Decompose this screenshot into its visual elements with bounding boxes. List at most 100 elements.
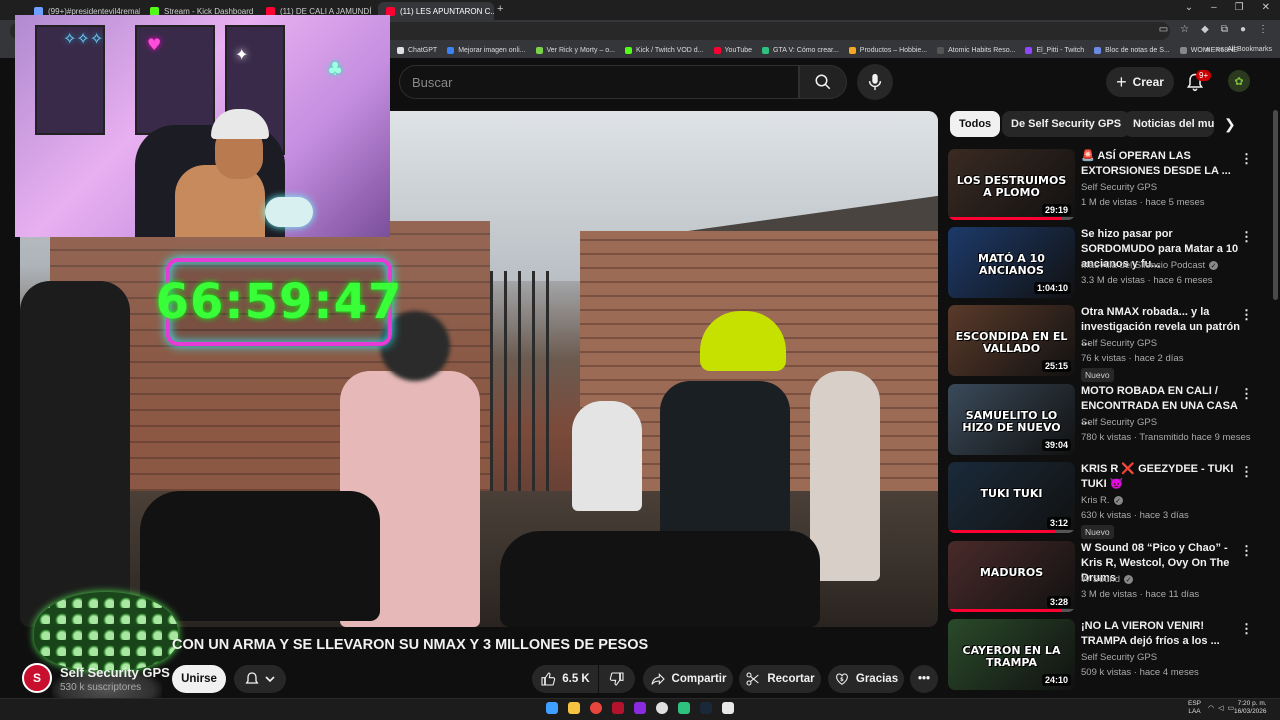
profile-icon[interactable]: ●	[1240, 24, 1246, 35]
recommended-video[interactable]: SAMUELITO LO HIZO DE NUEVO 39:04 MOTO ROBA…	[948, 384, 1258, 456]
bookmark-label: Productos – Hobbie...	[859, 46, 928, 54]
video-thumbnail[interactable]: SAMUELITO LO HIZO DE NUEVO 39:04	[948, 384, 1075, 455]
search-input[interactable]	[412, 74, 798, 90]
bookmarks-overflow-button[interactable]: »	[1205, 44, 1210, 54]
chevron-right-icon[interactable]: ❯	[1224, 116, 1236, 133]
neon-sign-icon: ✧✧✧	[63, 29, 104, 48]
new-badge: Nuevo	[1081, 368, 1114, 382]
steam-icon[interactable]	[700, 702, 712, 714]
video-thumbnail[interactable]: ESCONDIDA EN EL VALLADO 25:15	[948, 305, 1075, 376]
watch-progress-bar	[948, 217, 1063, 220]
keyboard-language[interactable]: ESP LAA	[1188, 700, 1201, 716]
recommended-channel[interactable]: Self Security GPS	[1081, 338, 1157, 349]
recommended-video[interactable]: MADUROS 3:28 W Sound 08 “Pico y Chao” - Kr…	[948, 541, 1258, 613]
browser-tab-active[interactable]: (11) LES APUNTARON C... ✕	[378, 2, 494, 20]
bookmark-icon	[1179, 46, 1187, 54]
channel-avatar[interactable]: S	[22, 663, 52, 693]
recommended-channel[interactable]: Self Security GPS	[1081, 182, 1157, 193]
bookmark-item[interactable]: Mejorar imagen onli...	[442, 46, 530, 54]
more-vertical-icon[interactable]: ⋮	[1240, 386, 1253, 402]
channel-name[interactable]: Self Security GPS	[60, 665, 170, 680]
recommended-video[interactable]: MATÓ A 10 ANCIANOS 1:04:10 Se hizo pasar p…	[948, 227, 1258, 299]
minimize-button[interactable]: –	[1211, 2, 1217, 13]
scissors-icon	[746, 672, 760, 686]
volume-icon[interactable]: ◁	[1218, 704, 1223, 712]
recommended-video-title[interactable]: ¡NO LA VIERON VENIR! TRAMPA dejó fríos a…	[1081, 619, 1241, 649]
bookmark-item[interactable]: Kick / Twitch VOD d...	[620, 46, 709, 54]
bookmark-item[interactable]: Bloc de notas de S...	[1089, 46, 1175, 54]
more-vertical-icon[interactable]: ⋮	[1240, 229, 1253, 245]
cast-icon[interactable]: ▭	[1159, 24, 1168, 35]
recommended-channel[interactable]: W Sound ✓	[1081, 574, 1134, 585]
recommended-channel[interactable]: Self Security GPS	[1081, 652, 1157, 663]
create-button[interactable]: + Crear	[1106, 67, 1174, 97]
close-window-button[interactable]: ✕	[1262, 2, 1270, 13]
bookmark-item[interactable]: El_Pitti - Twitch	[1020, 46, 1089, 54]
more-actions-button[interactable]: •••	[910, 665, 938, 693]
recommended-channel[interactable]: Más Allá del Silencio Podcast ✓	[1081, 260, 1219, 271]
recommended-video[interactable]: LOS DESTRUIMOS A PLOMO 29:19 🚨 ASÍ OPERAN …	[948, 149, 1258, 221]
video-thumbnail[interactable]: MADUROS 3:28	[948, 541, 1075, 612]
bookmark-item[interactable]: Atomic Habits Reso...	[932, 46, 1020, 54]
bookmark-icon	[713, 46, 721, 54]
bookmark-item[interactable]: GTA V: Cómo crear...	[757, 46, 844, 54]
chip-from-channel[interactable]: De Self Security GPS	[1002, 111, 1131, 137]
extensions-puzzle-icon[interactable]: ⧉	[1221, 24, 1228, 35]
new-tab-button[interactable]: +	[497, 3, 503, 15]
bookmark-icon	[397, 46, 404, 54]
voice-search-button[interactable]	[857, 64, 893, 100]
maximize-button[interactable]: ❐	[1235, 2, 1244, 13]
windows-start-icon[interactable]	[546, 702, 558, 714]
bookmark-item[interactable]: YouTube	[709, 46, 758, 54]
bookmark-item[interactable]: Ver Rick y Morty – o...	[531, 46, 620, 54]
recommended-video[interactable]: ESCONDIDA EN EL VALLADO 25:15 Otra NMAX ro…	[948, 305, 1258, 382]
app-icon[interactable]	[612, 702, 624, 714]
notepad-icon[interactable]	[722, 702, 734, 714]
recommended-video[interactable]: CAYERON EN LA TRAMPA 24:10 ¡NO LA VIERON V…	[948, 619, 1258, 691]
like-button[interactable]: 6.5 K	[532, 665, 598, 693]
watch-progress-bar	[948, 609, 1063, 612]
tab-search-icon[interactable]: ⌄	[1185, 2, 1193, 13]
thanks-button[interactable]: $ Gracias	[828, 665, 904, 693]
clip-button[interactable]: Recortar	[739, 665, 821, 693]
video-thumbnail[interactable]: LOS DESTRUIMOS A PLOMO 29:19	[948, 149, 1075, 220]
app-icon[interactable]	[634, 702, 646, 714]
browser-menu-icon[interactable]: ⋮	[1258, 24, 1268, 35]
more-vertical-icon[interactable]: ⋮	[1240, 307, 1253, 323]
bookmark-star-icon[interactable]: ☆	[1180, 24, 1189, 35]
all-bookmarks-button[interactable]: ▭ All Bookmarks	[1217, 45, 1272, 54]
chip-news[interactable]: Noticias del mun	[1124, 111, 1214, 137]
search-box[interactable]	[399, 65, 799, 99]
video-thumbnail[interactable]: TUKI TUKI 3:12	[948, 462, 1075, 533]
file-explorer-icon[interactable]	[568, 702, 580, 714]
account-avatar[interactable]: ✿	[1228, 70, 1250, 92]
recommended-video[interactable]: TUKI TUKI 3:12 KRIS R ❌ GEEZYDEE - TUKI TU…	[948, 462, 1258, 539]
recommended-video-title[interactable]: KRIS R ❌ GEEZYDEE - TUKI TUKI 👿	[1081, 462, 1241, 492]
recommended-channel[interactable]: Kris R. ✓	[1081, 495, 1123, 506]
subscriber-count: 530 k suscriptores	[60, 682, 142, 693]
video-thumbnail[interactable]: MATÓ A 10 ANCIANOS 1:04:10	[948, 227, 1075, 298]
system-clock[interactable]: 7:20 p. m. 16/03/2026	[1234, 700, 1267, 716]
subscription-notify-button[interactable]	[234, 665, 286, 693]
dislike-button[interactable]	[599, 665, 635, 693]
extension-icon[interactable]: ◆	[1201, 24, 1209, 35]
more-vertical-icon[interactable]: ⋮	[1240, 621, 1253, 637]
bookmark-item[interactable]: ChatGPT	[392, 46, 442, 54]
recommended-video-title[interactable]: 🚨 ASÍ OPERAN LAS EXTORSIONES DESDE LA ..…	[1081, 149, 1241, 179]
video-thumbnail[interactable]: CAYERON EN LA TRAMPA 24:10	[948, 619, 1075, 690]
sidebar-scrollbar[interactable]	[1273, 110, 1278, 300]
recommended-video-meta: 76 k vistas · hace 2 días	[1081, 353, 1184, 364]
search-button[interactable]	[799, 65, 847, 99]
bookmark-item[interactable]: Productos – Hobbie...	[844, 46, 932, 54]
recommended-channel[interactable]: Self Security GPS	[1081, 417, 1157, 428]
share-button[interactable]: Compartir	[643, 665, 733, 693]
wifi-icon[interactable]: ◠	[1208, 704, 1214, 712]
app-icon[interactable]	[678, 702, 690, 714]
chip-all[interactable]: Todos	[950, 111, 1001, 137]
more-vertical-icon[interactable]: ⋮	[1240, 151, 1253, 167]
app-icon[interactable]	[656, 702, 668, 714]
chrome-icon[interactable]	[590, 702, 602, 714]
more-vertical-icon[interactable]: ⋮	[1240, 543, 1253, 559]
more-vertical-icon[interactable]: ⋮	[1240, 464, 1253, 480]
join-button[interactable]: Unirse	[172, 665, 226, 693]
